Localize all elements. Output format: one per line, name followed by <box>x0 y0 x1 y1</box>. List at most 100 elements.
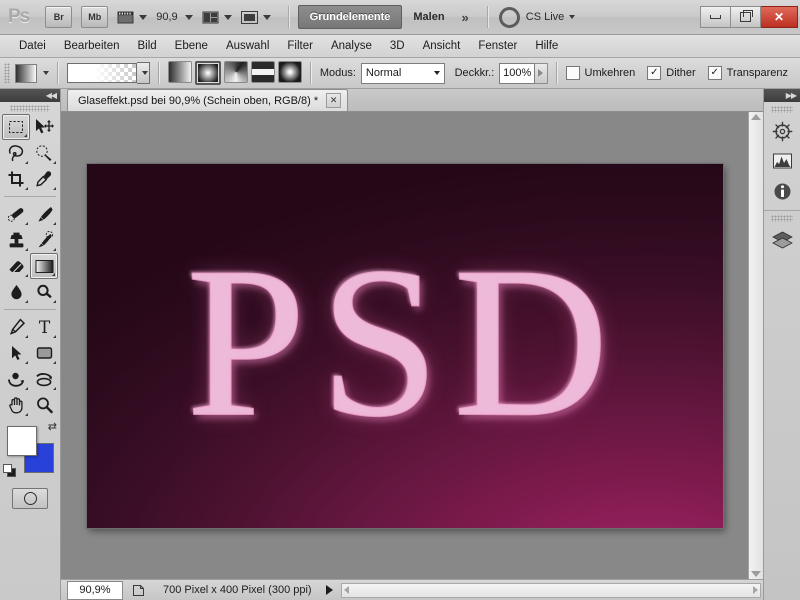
default-colors-icon[interactable] <box>3 464 16 477</box>
3d-camera-rotate-tool[interactable] <box>30 366 58 392</box>
status-menu-arrow[interactable] <box>325 585 333 595</box>
launch-bridge-button[interactable]: Br <box>45 6 73 28</box>
application-title-bar: Ps Br Mb 90,9 Grundelemente Malen » CS L… <box>0 0 800 35</box>
options-divider <box>309 62 312 84</box>
spot-healing-brush-tool[interactable] <box>2 201 30 227</box>
diamond-gradient-button[interactable] <box>277 61 302 83</box>
lasso-tool[interactable] <box>2 140 30 166</box>
document-dimensions-icon[interactable] <box>127 582 149 599</box>
minimize-button[interactable] <box>700 6 731 28</box>
toolbox-collapse-button[interactable]: ◀◀ <box>0 89 60 102</box>
menu-auswahl[interactable]: Auswahl <box>217 37 278 55</box>
menu-bild[interactable]: Bild <box>128 37 165 55</box>
document-tab-close-button[interactable]: ✕ <box>326 93 342 108</box>
move-tool[interactable] <box>30 114 58 140</box>
screen-mode-button[interactable] <box>240 10 271 25</box>
dither-checkbox[interactable]: ✓ Dither <box>647 66 696 80</box>
dodge-tool[interactable] <box>30 279 58 305</box>
histogram-panel-icon[interactable] <box>767 146 797 176</box>
view-extras-button[interactable] <box>117 10 148 25</box>
menu-bearbeiten[interactable]: Bearbeiten <box>55 37 129 55</box>
status-zoom-input[interactable]: 90,9% <box>67 580 123 600</box>
menu-analyse[interactable]: Analyse <box>322 37 381 55</box>
options-bar-gripper[interactable] <box>4 63 11 83</box>
checkbox-box: ✓ <box>707 66 722 80</box>
scroll-up-button[interactable] <box>751 114 761 120</box>
info-panel-icon[interactable] <box>767 176 797 206</box>
panel-dock: ▶▶ <box>763 89 800 600</box>
tool-preset-picker[interactable] <box>15 63 38 83</box>
toolbox-gripper[interactable] <box>10 105 50 112</box>
dock-expand-button[interactable]: ▶▶ <box>764 89 800 102</box>
reflected-gradient-button[interactable] <box>250 61 275 83</box>
blur-tool[interactable] <box>2 279 30 305</box>
foreground-color-swatch[interactable] <box>7 426 37 456</box>
path-selection-tool[interactable] <box>2 340 30 366</box>
pen-tool[interactable] <box>2 314 30 340</box>
workspace-tab-grundelemente[interactable]: Grundelemente <box>297 5 403 29</box>
path-selection-icon <box>11 346 21 360</box>
eraser-tool[interactable] <box>2 253 30 279</box>
image-canvas[interactable]: PSD <box>86 163 723 528</box>
menu-fenster[interactable]: Fenster <box>469 37 526 55</box>
transparenz-checkbox[interactable]: ✓ Transparenz <box>707 66 788 80</box>
quick-selection-tool[interactable] <box>30 140 58 166</box>
horizontal-type-tool[interactable]: T <box>30 314 58 340</box>
layers-panel-icon[interactable] <box>767 225 797 255</box>
menu-ebene[interactable]: Ebene <box>166 37 217 55</box>
navigator-panel-icon[interactable] <box>767 116 797 146</box>
brush-tool[interactable] <box>30 201 58 227</box>
linear-gradient-button[interactable] <box>167 61 192 83</box>
opacity-slider-button[interactable] <box>535 62 548 84</box>
canvas-horizontal-scrollbar[interactable] <box>340 582 761 598</box>
gradient-preview-swatch[interactable] <box>67 63 137 83</box>
rectangle-tool[interactable] <box>30 340 58 366</box>
angle-gradient-button[interactable] <box>223 61 248 83</box>
swap-colors-icon[interactable]: ⇄ <box>48 420 57 433</box>
opacity-input[interactable]: 100% <box>499 62 536 84</box>
gradient-tool[interactable] <box>30 253 58 279</box>
menu-filter[interactable]: Filter <box>278 37 322 55</box>
menu-ansicht[interactable]: Ansicht <box>414 37 470 55</box>
blend-mode-select[interactable]: Normal <box>360 62 445 84</box>
menu-3d[interactable]: 3D <box>381 37 414 55</box>
umkehren-checkbox[interactable]: Umkehren <box>565 66 635 80</box>
zoom-tool[interactable] <box>30 392 58 418</box>
eyedropper-tool[interactable] <box>30 166 58 192</box>
menu-hilfe[interactable]: Hilfe <box>526 37 567 55</box>
canvas-viewport[interactable]: PSD <box>61 112 748 579</box>
canvas-vertical-scrollbar[interactable] <box>748 112 763 579</box>
scroll-right-button[interactable] <box>753 586 758 594</box>
3d-object-rotate-tool[interactable] <box>2 366 30 392</box>
more-workspaces-button[interactable]: » <box>462 10 469 25</box>
gradient-picker-button[interactable] <box>136 62 150 84</box>
menu-datei[interactable]: Datei <box>10 37 55 55</box>
radial-gradient-button[interactable] <box>194 61 221 85</box>
launch-mini-bridge-button[interactable]: Mb <box>81 6 109 28</box>
scroll-left-button[interactable] <box>343 586 349 594</box>
color-swatches: ⇄ <box>3 421 57 477</box>
workspace-tab-malen[interactable]: Malen <box>402 6 455 28</box>
restore-button[interactable] <box>731 6 761 28</box>
cs-live-menu[interactable]: CS Live <box>498 6 576 28</box>
zoom-level-control[interactable]: 90,9 <box>156 11 193 23</box>
zoom-level-value: 90,9 <box>156 11 178 23</box>
chevron-down-icon <box>223 14 232 20</box>
dock-group-gripper[interactable] <box>771 215 793 222</box>
crop-tool[interactable] <box>2 166 30 192</box>
close-button[interactable]: ✕ <box>761 6 798 28</box>
document-tab[interactable]: Glaseffekt.psd bei 90,9% (Schein oben, R… <box>67 89 349 111</box>
document-tab-bar: Glaseffekt.psd bei 90,9% (Schein oben, R… <box>61 89 763 112</box>
scroll-down-button[interactable] <box>751 571 761 577</box>
page-icon <box>132 584 144 596</box>
hand-tool[interactable] <box>2 392 30 418</box>
transparenz-label: Transparenz <box>726 67 788 79</box>
dock-group-layers <box>764 211 800 259</box>
dock-group-gripper[interactable] <box>771 106 793 113</box>
arrange-documents-button[interactable] <box>202 10 232 25</box>
history-brush-tool[interactable] <box>30 227 58 253</box>
clone-stamp-tool[interactable] <box>2 227 30 253</box>
rectangular-marquee-tool[interactable] <box>2 114 30 140</box>
quick-mask-button[interactable] <box>12 488 48 509</box>
chevron-down-icon[interactable] <box>43 71 50 75</box>
